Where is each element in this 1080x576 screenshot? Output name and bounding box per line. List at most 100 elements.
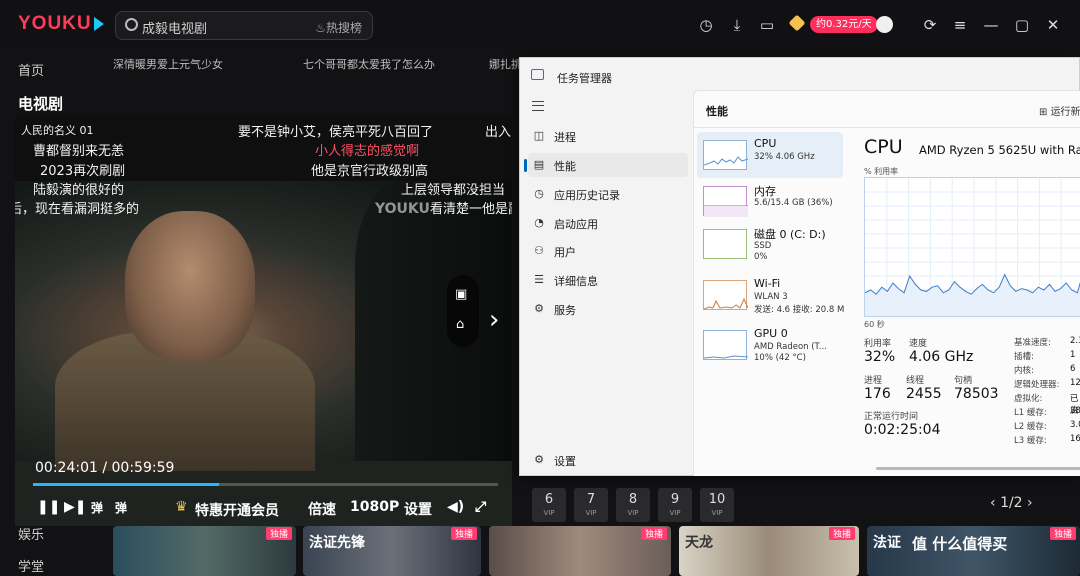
volume-icon[interactable]: ◀) (447, 499, 464, 515)
logo-play-icon (93, 16, 104, 31)
time-display: 00:24:01 / 00:59:59 (35, 460, 175, 476)
danmu-settings[interactable]: 弹 (115, 499, 127, 516)
window-title: 任务管理器 (557, 72, 612, 85)
device-wifi[interactable]: Wi-Fi WLAN 3 发送: 4.6 接收: 20.8 M (697, 272, 844, 318)
app-history-icon: ◷ (534, 187, 544, 200)
episode-button[interactable]: 10 VIP (700, 488, 734, 522)
control-bar: ❚❚ ▶❚ 弹 弹 ♛ 特惠开通会员 倍速 1080P 设置 ◀) ⤢ (15, 493, 512, 526)
maximize-icon[interactable]: ▢ (1013, 16, 1031, 34)
horizontal-scrollbar[interactable] (694, 467, 1080, 477)
screenshot-icon[interactable]: ▣ (455, 287, 467, 302)
next-arrow-icon[interactable]: › (489, 305, 499, 335)
nav-performance[interactable]: ▤ 性能 (524, 153, 688, 177)
speed-button[interactable]: 倍速 (308, 499, 336, 519)
progress-bar[interactable] (33, 483, 498, 486)
show-thumbnail[interactable]: 独播 (489, 526, 671, 576)
next-page-icon[interactable]: › (1023, 495, 1033, 511)
nav-entertainment[interactable]: 娱乐 (18, 524, 44, 543)
hot-search-link[interactable]: ♨热搜榜 (315, 19, 362, 36)
lock-icon[interactable]: ⌂ (456, 317, 464, 332)
stat-speed: 4.06 GHz (909, 349, 974, 365)
video-player[interactable]: 人民的名义 01 要不是钟小艾，侯亮平死八百回了 出入 曹都督别来无恙 小人得志… (15, 115, 512, 526)
spec-label: L1 缓存: (1014, 408, 1047, 418)
spec-label: 内核: (1014, 366, 1034, 376)
danmu-comment: 上层领导都没担当 (401, 183, 506, 198)
cpu-model: AMD Ryzen 5 5625U with Rad (919, 143, 1080, 157)
divider (694, 127, 1080, 128)
device-gpu[interactable]: GPU 0 AMD Radeon (T... 10% (42 °C) (697, 322, 843, 368)
nav-app-history[interactable]: ◷ 应用历史记录 (528, 182, 688, 206)
services-icon: ⚙ (534, 302, 544, 315)
show-thumbnail[interactable]: 法证先锋 独播 (303, 526, 481, 576)
search-input[interactable]: 成毅电视剧 ♨热搜榜 (115, 11, 373, 40)
card-subtitle[interactable]: 娜扎挑 (489, 56, 522, 72)
danmu-comment: 出入 (485, 125, 512, 140)
minimize-icon[interactable]: — (982, 16, 1000, 34)
cpu-heading: CPU (864, 136, 903, 158)
spec-label: L3 缓存: (1014, 436, 1047, 446)
download-icon[interactable]: ⤓ (728, 16, 746, 34)
danmu-comment: 陆毅演的很好的 (33, 183, 125, 198)
cpu-mini-graph (703, 140, 749, 170)
top-bar: YOUKU 成毅电视剧 ♨热搜榜 ◷ ⤓ ▭ 约0.32元/天 ⟳ ≡ — ▢ … (0, 0, 1080, 50)
danmu-comment: 小人得志的感觉啊 (315, 144, 420, 159)
spec-value: 1 (1070, 350, 1076, 360)
stat-label: 线程 (906, 376, 925, 386)
episode-button[interactable]: 9 VIP (658, 488, 692, 522)
card-subtitle[interactable]: 深情暖男爱上元气少女 (113, 56, 223, 72)
pause-icon[interactable]: ❚❚ (37, 499, 60, 515)
hamburger-menu-icon[interactable] (532, 101, 544, 111)
refresh-icon[interactable]: ⟳ (921, 16, 939, 34)
next-episode-icon[interactable]: ▶❚ (64, 499, 87, 515)
danmu-comment: 2023再次刷剧 (40, 164, 126, 179)
task-manager-window: 任务管理器 ◫ 进程 ▤ 性能 ◷ 应用历史记录 ◔ 启动应用 ⚇ 用户 ☰ 详细信息 ⚙ 服… (519, 57, 1080, 476)
show-thumbnail[interactable]: 独播 (113, 526, 296, 576)
performance-panel: 性能 ⊞ 运行新 CPU 32% 4.06 GHz 内存 5.6/15.4 GB… (693, 90, 1080, 476)
nav-home[interactable]: 首页 (18, 60, 44, 79)
nav-details[interactable]: ☰ 详细信息 (528, 268, 688, 292)
spec-label: L2 缓存: (1014, 422, 1047, 432)
vip-diamond-icon[interactable] (788, 14, 806, 32)
history-icon[interactable]: ◷ (697, 16, 715, 34)
progress-fill (33, 483, 219, 486)
episode-pager[interactable]: ‹ 1/2 › (990, 495, 1033, 511)
card-subtitle[interactable]: 七个哥哥都太爱我了怎么办 (303, 56, 435, 72)
folder-icon[interactable]: ▭ (758, 16, 776, 34)
open-vip-button[interactable]: 特惠开通会员 (195, 500, 279, 520)
stat-threads: 2455 (906, 386, 942, 402)
graph-time-label: 60 秒 (864, 320, 885, 329)
stat-handles: 78503 (954, 386, 999, 402)
vip-price-badge[interactable]: 约0.32元/天 (810, 16, 878, 33)
nav-users[interactable]: ⚇ 用户 (528, 239, 688, 263)
nav-processes[interactable]: ◫ 进程 (528, 124, 688, 148)
youku-logo[interactable]: YOUKU (18, 13, 104, 35)
fullscreen-icon[interactable]: ⤢ (475, 499, 486, 515)
nav-learning[interactable]: 学堂 (18, 556, 44, 575)
scrollbar-thumb[interactable] (876, 467, 1080, 470)
settings-button[interactable]: 设置 (404, 499, 432, 519)
nav-services[interactable]: ⚙ 服务 (528, 297, 688, 321)
performance-icon: ▤ (533, 158, 545, 171)
danmu-toggle[interactable]: 弹 (91, 499, 103, 516)
prev-page-icon[interactable]: ‹ (990, 495, 1000, 511)
spec-label: 逻辑处理器: (1014, 380, 1060, 390)
episode-button[interactable]: 7 VIP (574, 488, 608, 522)
episode-button[interactable]: 6 VIP (532, 488, 566, 522)
quality-button[interactable]: 1080P (350, 499, 399, 515)
spec-value: 12 (1070, 378, 1080, 388)
show-thumbnail[interactable]: 天龙 独播 (679, 526, 859, 576)
device-disk[interactable]: 磁盘 0 (C: D:) SSD 0% (697, 221, 843, 267)
device-cpu[interactable]: CPU 32% 4.06 GHz (697, 132, 843, 178)
device-memory[interactable]: 内存 5.6/15.4 GB (36%) (697, 178, 843, 224)
stat-label: 利用率 (864, 339, 892, 349)
menu-icon[interactable]: ≡ (951, 16, 969, 34)
avatar[interactable] (876, 16, 893, 33)
spec-value: 3.0 (1070, 420, 1080, 430)
nav-startup-apps[interactable]: ◔ 启动应用 (528, 211, 688, 235)
spec-label: 虚拟化: (1014, 394, 1043, 404)
episode-button[interactable]: 8 VIP (616, 488, 650, 522)
cpu-usage-area (865, 274, 1080, 316)
close-icon[interactable]: ✕ (1044, 16, 1062, 34)
run-new-task-button[interactable]: ⊞ 运行新 (1039, 103, 1080, 118)
nav-settings[interactable]: ⚙ 设置 (528, 448, 688, 472)
